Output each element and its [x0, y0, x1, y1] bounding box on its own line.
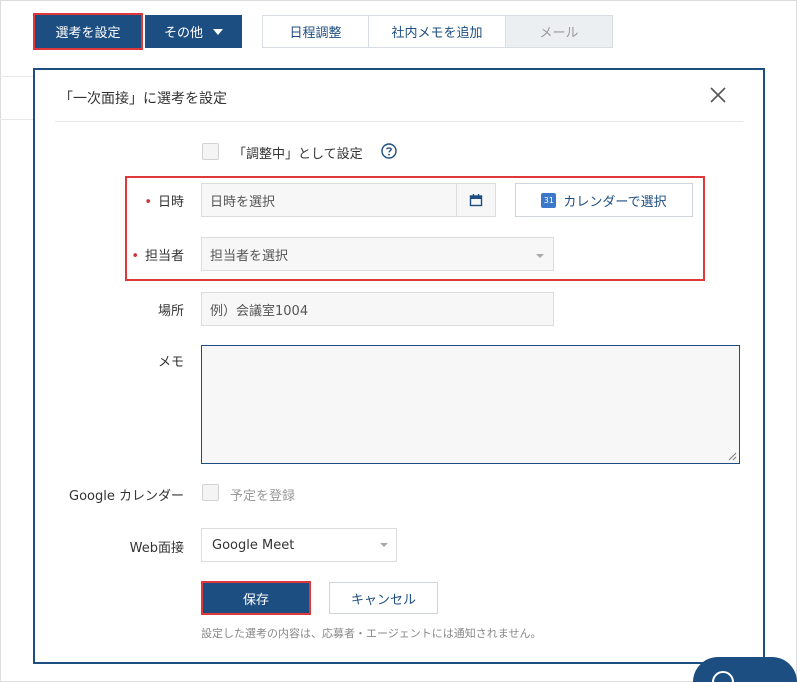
- tab-internal-memo[interactable]: 社内メモを追加: [369, 16, 506, 47]
- datetime-label: 日時: [157, 195, 184, 210]
- adjusting-checkbox[interactable]: [202, 143, 219, 160]
- cancel-label: キャンセル: [350, 592, 416, 608]
- chevron-down-icon: [536, 254, 544, 258]
- other-label: その他: [163, 26, 203, 41]
- register-event-checkbox[interactable]: [202, 484, 219, 501]
- action-tabs: 日程調整 社内メモを追加 メール: [262, 15, 613, 48]
- help-icon[interactable]: [380, 142, 398, 160]
- tab-schedule[interactable]: 日程調整: [263, 16, 369, 47]
- notification-note: 設定した選考の内容は、応募者・エージェントには通知されません。: [201, 627, 542, 640]
- adjusting-label: 「調整中」として設定: [233, 147, 363, 162]
- tab-mail: メール: [506, 16, 612, 47]
- background-row: [0, 76, 35, 120]
- memo-label: メモ: [157, 355, 184, 370]
- resize-handle-icon[interactable]: [727, 451, 737, 461]
- datetime-input[interactable]: 日時を選択: [201, 183, 457, 217]
- datetime-label-row: • 日時: [136, 191, 184, 210]
- select-setting-label: 選考を設定: [55, 26, 121, 41]
- web-interview-select[interactable]: Google Meet: [201, 528, 397, 562]
- close-icon[interactable]: [706, 83, 730, 107]
- calendar-select-label: カレンダーで選択: [563, 194, 667, 210]
- datetime-picker-button[interactable]: [456, 183, 496, 217]
- other-dropdown-button[interactable]: その他: [145, 15, 242, 48]
- modal-divider: [55, 121, 743, 122]
- google-calendar-label: Google カレンダー: [69, 489, 184, 504]
- memo-textarea[interactable]: [201, 345, 740, 464]
- assignee-select[interactable]: 担当者を選択: [201, 237, 554, 271]
- caret-down-icon: [213, 28, 223, 35]
- chat-support-button[interactable]: [693, 657, 797, 682]
- assignee-placeholder: 担当者を選択: [210, 248, 289, 264]
- modal-title: 「一次面接」に選考を設定: [59, 91, 227, 107]
- calendar-icon: [469, 194, 483, 207]
- register-event-label: 予定を登録: [230, 489, 296, 504]
- location-label: 場所: [157, 304, 184, 319]
- calendar-select-button[interactable]: 31 カレンダーで選択: [515, 183, 693, 217]
- location-placeholder: 例）会議室1004: [210, 303, 309, 319]
- assignee-label: 担当者: [144, 249, 184, 264]
- required-mark: •: [131, 249, 139, 264]
- save-button[interactable]: 保存: [203, 583, 309, 613]
- web-interview-label: Web面接: [129, 541, 184, 556]
- web-interview-value: Google Meet: [212, 537, 295, 553]
- chevron-down-icon: [380, 543, 388, 547]
- select-setting-button[interactable]: 選考を設定: [35, 15, 141, 48]
- assignee-label-row: • 担当者: [129, 245, 184, 264]
- save-label: 保存: [242, 592, 269, 608]
- location-input[interactable]: 例）会議室1004: [201, 292, 554, 326]
- datetime-placeholder: 日時を選択: [210, 194, 276, 210]
- google-calendar-icon: 31: [541, 192, 557, 208]
- required-mark: •: [144, 195, 152, 210]
- cancel-button[interactable]: キャンセル: [329, 582, 438, 614]
